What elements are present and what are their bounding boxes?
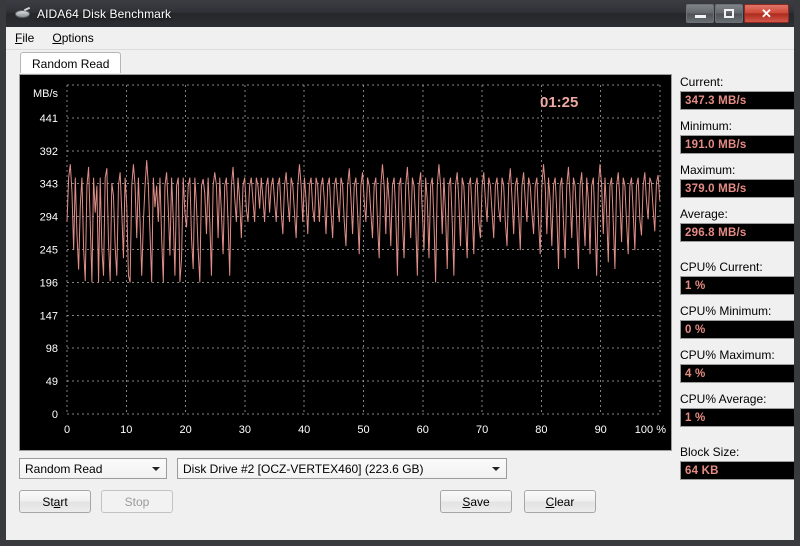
stat-label-cpu-maximum: CPU% Maximum:	[680, 348, 775, 362]
start-button[interactable]: Start	[19, 490, 91, 513]
client-area: 0 49 98 147 196 245 294 343 392 441 MB/s 0 10 20 30 40 5…	[14, 73, 794, 539]
menu-options-accel: O	[52, 31, 62, 45]
menubar: File Options	[6, 27, 794, 50]
stat-value-cpu-current: 1 %	[680, 276, 794, 295]
svg-text:MB/s: MB/s	[33, 88, 59, 100]
benchmark-mode-value: Random Read	[25, 461, 103, 476]
stat-value-cpu-minimum: 0 %	[680, 320, 794, 339]
stat-label-current: Current:	[680, 75, 724, 89]
stat-value-average: 296.8 MB/s	[680, 223, 794, 242]
svg-text:10: 10	[120, 424, 132, 436]
stat-label-cpu-current: CPU% Current:	[680, 260, 763, 274]
chevron-down-icon	[152, 466, 160, 471]
clear-button[interactable]: Clear	[524, 490, 596, 513]
stats-panel: Current: 347.3 MB/s Minimum: 191.0 MB/s …	[680, 73, 794, 480]
window-title: AIDA64 Disk Benchmark	[37, 6, 172, 21]
chevron-down-icon	[492, 466, 500, 471]
menu-file-rest: ile	[22, 31, 35, 45]
svg-text:294: 294	[40, 212, 58, 224]
tab-random-read[interactable]: Random Read	[20, 52, 122, 74]
clear-button-label: Clear	[545, 494, 575, 509]
menu-item-file[interactable]: File	[6, 29, 43, 47]
stat-label-average: Average:	[680, 207, 728, 221]
save-button[interactable]: Save	[440, 490, 512, 513]
stat-value-cpu-maximum: 4 %	[680, 364, 794, 383]
aida64-disk-benchmark-window: AIDA64 Disk Benchmark ✕ File Options Ran…	[0, 0, 800, 546]
stat-label-maximum: Maximum:	[680, 163, 736, 177]
svg-text:30: 30	[239, 424, 251, 436]
stop-button[interactable]: Stop	[101, 490, 173, 513]
stat-value-minimum: 191.0 MB/s	[680, 135, 794, 154]
maximize-icon	[724, 9, 734, 18]
stat-value-block-size: 64 KB	[680, 461, 794, 480]
svg-text:49: 49	[46, 376, 58, 388]
stat-label-block-size: Block Size:	[680, 445, 740, 459]
svg-text:40: 40	[298, 424, 310, 436]
maximize-button[interactable]	[715, 4, 743, 23]
svg-text:98: 98	[46, 343, 58, 355]
stat-label-minimum: Minimum:	[680, 119, 733, 133]
svg-text:60: 60	[417, 424, 429, 436]
titlebar[interactable]: AIDA64 Disk Benchmark ✕	[6, 0, 794, 28]
svg-text:70: 70	[476, 424, 488, 436]
svg-text:80: 80	[535, 424, 547, 436]
svg-text:196: 196	[40, 277, 58, 289]
svg-text:0: 0	[52, 409, 58, 421]
stat-label-cpu-minimum: CPU% Minimum:	[680, 304, 772, 318]
svg-text:343: 343	[40, 179, 58, 191]
svg-text:20: 20	[179, 424, 191, 436]
drive-select-value: Disk Drive #2 [OCZ-VERTEX460] (223.6 GB)	[183, 461, 424, 476]
stat-value-cpu-average: 1 %	[680, 408, 794, 427]
minimize-icon	[694, 15, 706, 18]
tabstrip: Random Read	[14, 50, 794, 74]
svg-text:100 %: 100 %	[635, 424, 666, 436]
drive-select[interactable]: Disk Drive #2 [OCZ-VERTEX460] (223.6 GB)	[177, 458, 507, 479]
close-button[interactable]: ✕	[744, 4, 789, 23]
stat-value-current: 347.3 MB/s	[680, 91, 794, 110]
svg-text:0: 0	[64, 424, 70, 436]
minimize-button[interactable]	[686, 4, 714, 23]
disk-icon	[15, 6, 31, 22]
chart-canvas: 0 49 98 147 196 245 294 343 392 441 MB/s 0 10 20 30 40 5…	[20, 75, 671, 450]
action-buttons-row: Start Stop Save Clear	[19, 490, 673, 513]
stat-label-cpu-average: CPU% Average:	[680, 392, 767, 406]
svg-text:392: 392	[40, 146, 58, 158]
benchmark-mode-select[interactable]: Random Read	[19, 458, 167, 479]
stat-value-maximum: 379.0 MB/s	[680, 179, 794, 198]
svg-text:01:25: 01:25	[540, 94, 578, 111]
stop-button-label: Stop	[124, 494, 150, 509]
menu-options-rest: ptions	[61, 31, 94, 45]
svg-text:441: 441	[40, 113, 58, 125]
menu-item-options[interactable]: Options	[43, 29, 102, 47]
svg-text:245: 245	[40, 245, 58, 257]
window-buttons: ✕	[685, 4, 789, 23]
svg-text:147: 147	[40, 310, 58, 322]
controls-panel: Random Read Disk Drive #2 [OCZ-VERTEX460…	[19, 458, 673, 513]
svg-text:50: 50	[357, 424, 369, 436]
start-button-label: Start	[42, 494, 68, 509]
selectors-row: Random Read Disk Drive #2 [OCZ-VERTEX460…	[19, 458, 673, 479]
close-icon: ✕	[761, 6, 772, 21]
benchmark-chart: 0 49 98 147 196 245 294 343 392 441 MB/s 0 10 20 30 40 5…	[19, 74, 672, 451]
save-button-label: Save	[462, 494, 490, 509]
svg-text:90: 90	[595, 424, 607, 436]
